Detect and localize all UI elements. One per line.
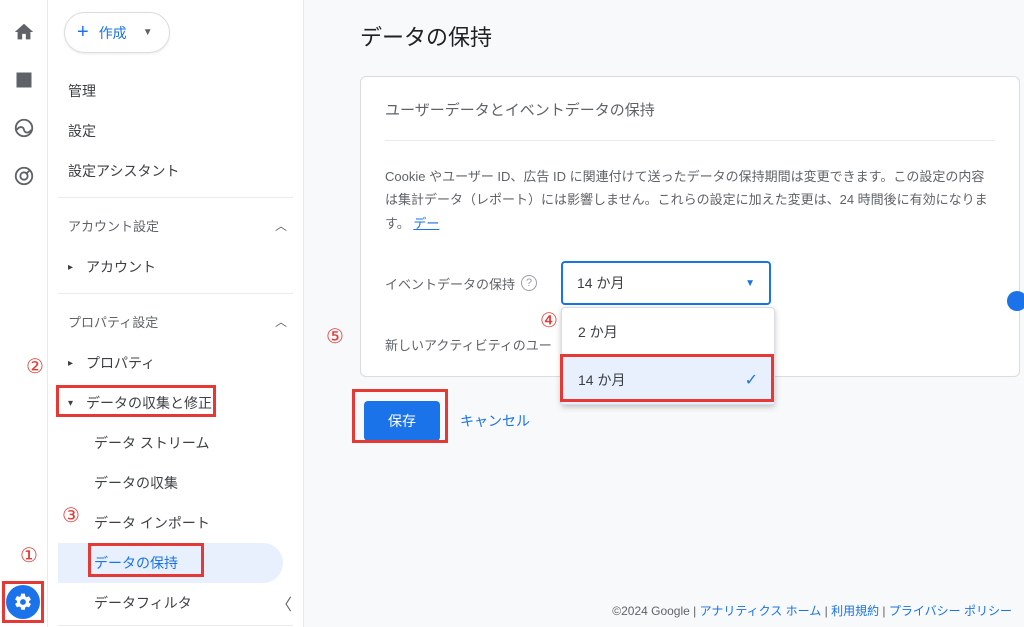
footer-link-privacy[interactable]: プライバシー ポリシー [889, 604, 1012, 618]
footer: ©2024 Google | アナリティクス ホーム | 利用規約 | プライバ… [612, 602, 1012, 619]
dropdown-option-2-months[interactable]: 2 か月 [562, 308, 774, 356]
triangle-down-icon: ▾ [68, 398, 78, 409]
triangle-right-icon: ▸ [68, 358, 78, 369]
sidebar-item-data-filter[interactable]: データフィルタ [58, 583, 293, 623]
sidebar-item-data-collection-edit[interactable]: ▾ データの収集と修正 [58, 383, 293, 423]
admin-gear-icon-container [6, 585, 40, 619]
main-content: データの保持 ユーザーデータとイベントデータの保持 Cookie やユーザー I… [304, 0, 1024, 627]
page-title: データの保持 [360, 20, 1024, 52]
dropdown-option-14-months[interactable]: 14 か月 ✓ [562, 356, 774, 404]
sidebar-link-setup-assistant[interactable]: 設定アシスタント [58, 151, 293, 191]
sidebar-item-data-collection[interactable]: データの収集 [58, 463, 293, 503]
toggle-edge-icon[interactable] [1007, 291, 1024, 311]
triangle-right-icon: ▸ [68, 262, 78, 273]
explore-icon[interactable] [12, 116, 36, 140]
action-row: 保存 キャンセル [364, 401, 1024, 441]
sidebar-item-property[interactable]: ▸ プロパティ [58, 343, 293, 383]
section-property-settings[interactable]: プロパティ設定 ︿ [58, 300, 293, 343]
footer-link-analytics-home[interactable]: アナリティクス ホーム [700, 604, 822, 618]
chevron-down-icon: ▼ [745, 278, 755, 289]
checkmark-icon: ✓ [745, 370, 758, 390]
collapse-sidebar-icon[interactable]: 〈 [276, 591, 292, 615]
card-header: ユーザーデータとイベントデータの保持 [385, 99, 995, 141]
create-button-label: 作成 [99, 23, 127, 43]
advertising-icon[interactable] [12, 164, 36, 188]
event-data-retention-row: イベントデータの保持 ? 14 か月 ▼ 2 か月 14 か月 ✓ [385, 261, 995, 305]
sidebar-link-admin[interactable]: 管理 [58, 71, 293, 111]
create-button[interactable]: + 作成 ▼ [64, 12, 170, 53]
admin-gear-icon[interactable] [6, 585, 40, 619]
chevron-down-icon: ▼ [143, 27, 153, 38]
sidebar-item-data-import[interactable]: データ インポート [58, 503, 293, 543]
retention-select[interactable]: 14 か月 ▼ 2 か月 14 か月 ✓ [561, 261, 771, 305]
section-account-settings[interactable]: アカウント設定 ︿ [58, 204, 293, 247]
chevron-up-icon: ︿ [275, 313, 287, 330]
divider [58, 293, 293, 294]
save-button[interactable]: 保存 [364, 401, 440, 441]
help-icon[interactable]: ? [521, 275, 537, 291]
event-data-retention-label: イベントデータの保持 [385, 274, 515, 293]
sidebar: + 作成 ▼ 管理 設定 設定アシスタント アカウント設定 ︿ ▸ アカウント … [48, 0, 304, 627]
card-description: Cookie やユーザー ID、広告 ID に関連付けて送ったデータの保持期間は… [385, 141, 995, 235]
divider [58, 197, 293, 198]
footer-link-terms[interactable]: 利用規約 [831, 604, 879, 618]
sidebar-item-data-retention[interactable]: データの保持 [58, 543, 283, 583]
cancel-button[interactable]: キャンセル [460, 411, 530, 431]
divider [58, 625, 293, 626]
learn-more-link[interactable]: デー [413, 216, 439, 231]
icon-rail [0, 0, 48, 627]
new-activity-label: 新しいアクティビティのユー [385, 335, 552, 354]
sidebar-link-settings[interactable]: 設定 [58, 111, 293, 151]
sidebar-item-account[interactable]: ▸ アカウント [58, 247, 293, 287]
sidebar-item-data-streams[interactable]: データ ストリーム [58, 423, 293, 463]
plus-icon: + [77, 21, 89, 44]
home-icon[interactable] [12, 20, 36, 44]
reports-icon[interactable] [12, 68, 36, 92]
chevron-up-icon: ︿ [275, 217, 287, 234]
retention-selected-value: 14 か月 [577, 273, 624, 293]
retention-dropdown: 2 か月 14 か月 ✓ [561, 307, 775, 405]
retention-card: ユーザーデータとイベントデータの保持 Cookie やユーザー ID、広告 ID… [360, 76, 1020, 377]
